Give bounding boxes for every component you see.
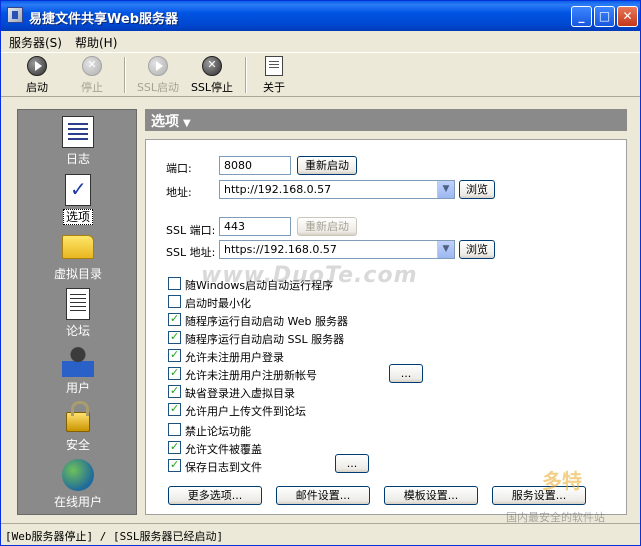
app-window: 易捷文件共享Web服务器 _ □ ✕ 服务器(S) 帮助(H) 启动 停止 SS… xyxy=(0,0,641,546)
template-settings-button[interactable]: 模板设置... xyxy=(384,486,478,505)
log-icon xyxy=(62,116,94,148)
sidebar-item-security[interactable]: 安全 xyxy=(18,398,138,454)
restart-button[interactable]: 重新启动 xyxy=(297,156,357,175)
sidebar-item-label: 日志 xyxy=(65,152,90,166)
about-label: 关于 xyxy=(263,81,285,94)
checkbox-box[interactable] xyxy=(168,366,181,380)
ssl-browse-button[interactable]: 浏览 xyxy=(459,240,495,259)
options-header[interactable]: 选项 ▼ xyxy=(145,109,627,131)
sidebar-item-label: 选项 xyxy=(18,208,138,225)
sidebar-item-log[interactable]: 日志 xyxy=(18,112,138,168)
sidebar-item-forum[interactable]: 论坛 xyxy=(18,284,138,340)
ssl-address-combo[interactable]: https://192.168.0.57 ▼ xyxy=(219,240,455,259)
ssl-restart-button[interactable]: 重新启动 xyxy=(297,217,357,236)
lock-icon xyxy=(66,401,90,432)
address-label: 地址: xyxy=(166,186,192,199)
more-options-button[interactable]: 更多选项... xyxy=(168,486,262,505)
toolbar-separator xyxy=(124,57,126,93)
checkbox-box[interactable] xyxy=(168,312,181,326)
ssl-stop-label: SSL停止 xyxy=(190,81,234,94)
online-users-icon xyxy=(62,459,94,491)
menu-help[interactable]: 帮助(H) xyxy=(75,34,117,51)
options-panel: 端口: 重新启动 地址: http://192.168.0.57 ▼ 浏览 SS… xyxy=(145,139,627,515)
sidebar-item-label: 安全 xyxy=(65,438,90,452)
checkbox-box[interactable] xyxy=(168,295,181,308)
app-icon xyxy=(7,7,23,23)
corner-logo-subtitle: 国内最安全的软件站 xyxy=(506,511,605,524)
sidebar-item-label: 虚拟目录 xyxy=(53,267,102,281)
toolbar: 启动 停止 SSL启动 SSL停止 关于 xyxy=(1,52,640,97)
sidebar: 日志 选项 虚拟目录 论坛 用户 安全 在线用户 xyxy=(17,109,137,515)
checkbox-box[interactable] xyxy=(168,348,181,362)
checkbox-box[interactable] xyxy=(168,384,181,398)
log-settings-button[interactable]: ... xyxy=(335,454,369,473)
port-label: 端口: xyxy=(166,162,192,175)
status-text: [Web服务器停止] / [SSL服务器已经启动] xyxy=(5,530,224,543)
ssl-stop-button[interactable]: SSL停止 xyxy=(187,56,237,95)
stop-label: 停止 xyxy=(81,81,103,94)
address-value: http://192.168.0.57 xyxy=(224,183,332,196)
ssl-stop-icon xyxy=(202,56,222,76)
maximize-button[interactable]: □ xyxy=(594,6,615,27)
ssl-start-button[interactable]: SSL启动 xyxy=(133,56,183,95)
options-header-title: 选项 xyxy=(151,114,179,130)
sidebar-item-online-users[interactable]: 在线用户 xyxy=(18,455,138,511)
close-button[interactable]: ✕ xyxy=(617,6,638,27)
about-icon xyxy=(265,56,283,76)
window-title: 易捷文件共享Web服务器 xyxy=(29,12,178,27)
title-bar: 易捷文件共享Web服务器 _ □ ✕ xyxy=(1,1,640,31)
stop-button[interactable]: 停止 xyxy=(67,56,117,95)
stop-icon xyxy=(82,56,102,76)
ssl-port-label: SSL 端口: xyxy=(166,224,216,237)
chevron-down-icon[interactable]: ▼ xyxy=(437,241,454,258)
checkbox-box[interactable] xyxy=(168,402,181,416)
ssl-address-value: https://192.168.0.57 xyxy=(224,243,337,256)
checkbox-box[interactable] xyxy=(168,458,181,472)
checkbox-box[interactable] xyxy=(168,330,181,344)
watermark: www.DuoTe.com xyxy=(201,263,418,288)
ssl-address-label: SSL 地址: xyxy=(166,246,216,259)
sidebar-item-label: 用户 xyxy=(65,381,90,395)
about-button[interactable]: 关于 xyxy=(249,56,299,95)
ssl-port-input[interactable] xyxy=(219,217,291,236)
corner-logo: 多特 国内最安全的软件站 xyxy=(506,463,640,533)
start-button[interactable]: 启动 xyxy=(12,56,62,95)
folder-icon xyxy=(62,235,94,259)
ssl-start-icon xyxy=(148,56,168,76)
user-icon xyxy=(62,345,94,377)
minimize-button[interactable]: _ xyxy=(571,6,592,27)
browse-button[interactable]: 浏览 xyxy=(459,180,495,199)
chevron-down-icon[interactable]: ▼ xyxy=(437,181,454,198)
chevron-down-icon: ▼ xyxy=(183,118,191,129)
start-icon xyxy=(27,56,47,76)
register-settings-button[interactable]: ... xyxy=(389,364,423,383)
sidebar-item-virtual-dir[interactable]: 虚拟目录 xyxy=(18,227,138,283)
corner-logo-title: 多特 xyxy=(542,469,582,493)
address-combo[interactable]: http://192.168.0.57 ▼ xyxy=(219,180,455,199)
checkbox-box[interactable] xyxy=(168,440,181,454)
sidebar-item-options[interactable]: 选项 xyxy=(18,170,138,226)
menu-bar: 服务器(S) 帮助(H) xyxy=(1,31,640,51)
sidebar-item-label: 在线用户 xyxy=(53,495,102,509)
menu-server[interactable]: 服务器(S) xyxy=(9,34,62,51)
checkbox-box[interactable] xyxy=(168,423,181,436)
options-icon xyxy=(65,174,91,206)
mail-settings-button[interactable]: 邮件设置... xyxy=(276,486,370,505)
toolbar-separator xyxy=(245,57,247,93)
sidebar-item-label: 论坛 xyxy=(65,324,90,338)
sidebar-item-users[interactable]: 用户 xyxy=(18,341,138,397)
forum-icon xyxy=(66,288,90,320)
checkbox-box[interactable] xyxy=(168,277,181,290)
start-label: 启动 xyxy=(26,81,48,94)
port-input[interactable] xyxy=(219,156,291,175)
ssl-start-label: SSL启动 xyxy=(136,81,180,94)
